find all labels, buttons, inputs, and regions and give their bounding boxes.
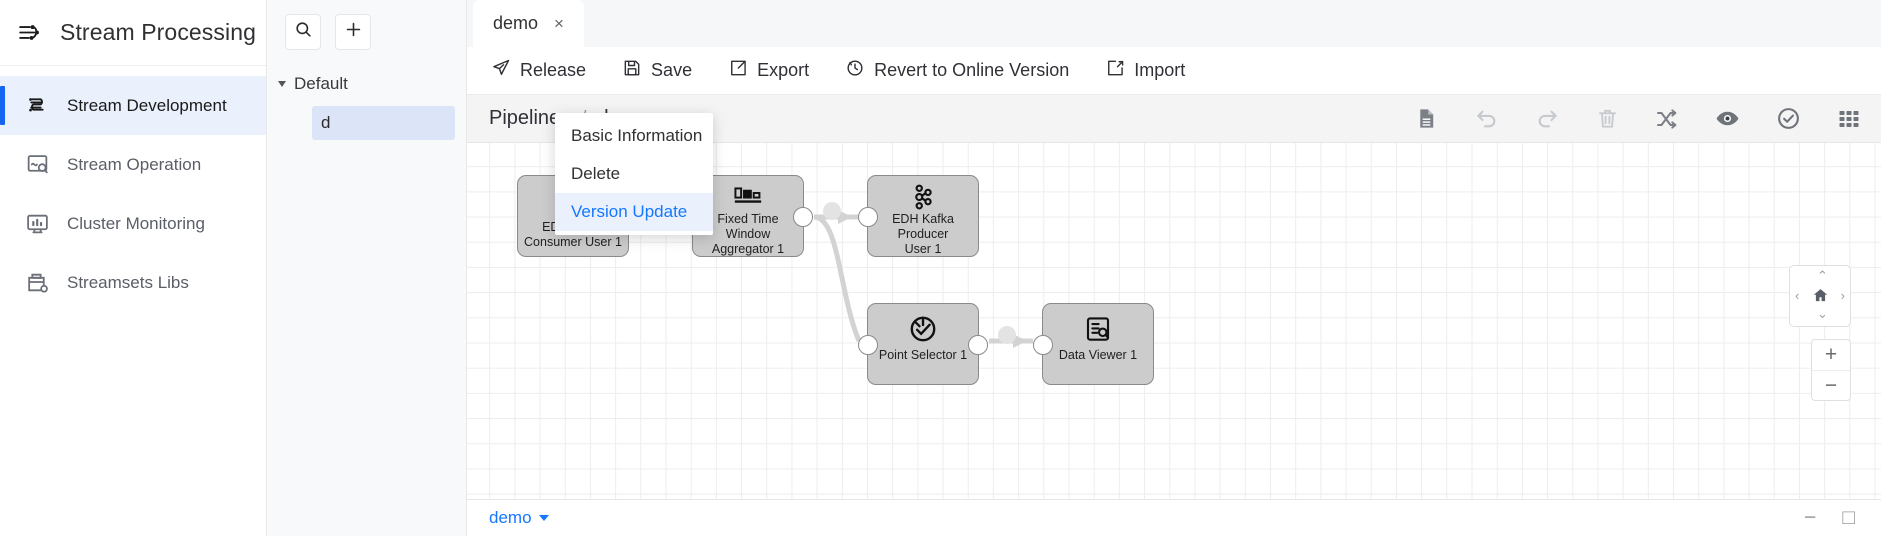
kafka-icon [908, 176, 938, 212]
toolbar-label: Release [520, 60, 587, 80]
search-icon [294, 20, 313, 44]
stream-processing-logo-icon [18, 20, 44, 46]
chevron-down-icon[interactable] [538, 515, 549, 521]
node-input-port[interactable] [858, 207, 878, 227]
document-icon[interactable] [1415, 107, 1438, 130]
bottom-status-bar: demo − □ [467, 499, 1881, 536]
node-label-line2: User 1 [904, 242, 942, 256]
sidebar-item-label: Stream Operation [67, 154, 202, 174]
sidebar-item-label: Stream Development [67, 95, 227, 115]
tab-bar: demo × [467, 0, 1881, 47]
check-circle-icon[interactable] [1776, 106, 1801, 131]
revert-to-online-version-button[interactable]: Revert to Online Version [845, 58, 1069, 83]
toolbar-label: Save [651, 60, 693, 80]
sidebar-item-stream-development[interactable]: Stream Development [0, 76, 266, 135]
context-menu-item-delete[interactable]: Delete [555, 155, 713, 193]
nav-up-icon[interactable]: ⌃ [1817, 268, 1828, 284]
toolbar-label: Import [1134, 60, 1186, 80]
sidebar-item-stream-operation[interactable]: Stream Operation [0, 135, 266, 194]
point-selector-icon [907, 304, 939, 348]
sidebar-item-streamsets-libs[interactable]: Streamsets Libs [0, 253, 266, 312]
node-edh-kafka-producer-user-1[interactable]: EDH Kafka Producer User 1 [858, 175, 979, 257]
tree-node-default[interactable]: Default [267, 74, 466, 94]
nav-left-icon[interactable]: ‹ [1795, 288, 1799, 303]
sidebar-item-label: Streamsets Libs [67, 272, 189, 292]
grid-icon[interactable] [1837, 107, 1861, 131]
history-icon [845, 58, 865, 83]
toolbar-label: Export [757, 60, 810, 80]
tree-root-label: Default [294, 74, 348, 93]
node-label-line1: Point Selector 1 [878, 348, 968, 362]
pipeline-toolbar: Release Save Export Revert to Online Ver… [467, 47, 1881, 95]
window-aggregator-icon [732, 176, 764, 212]
context-menu-item-version-update[interactable]: Version Update [555, 193, 713, 231]
bottom-pipeline-name[interactable]: demo [489, 508, 532, 528]
node-label-line1: EDH Kafka Producer [892, 212, 954, 241]
tree-toolbar [267, 0, 466, 50]
export-icon [728, 58, 748, 83]
home-icon[interactable] [1812, 287, 1829, 307]
node-label-line1: Data Viewer 1 [1058, 348, 1138, 362]
canvas-action-icons [1415, 106, 1867, 131]
node-data-viewer-1[interactable]: Data Viewer 1 [1033, 303, 1154, 385]
toolbar-label: Revert to Online Version [874, 60, 1070, 80]
minimize-button[interactable]: − [1804, 506, 1816, 530]
canvas-zoom-controls: + − [1811, 339, 1851, 401]
sidebar-item-label: Cluster Monitoring [67, 213, 205, 233]
node-label-line2: Consumer User 1 [524, 235, 622, 249]
brand-title: Stream Processing [60, 19, 256, 45]
brand: Stream Processing [0, 0, 266, 66]
data-viewer-icon [1083, 304, 1113, 348]
save-button[interactable]: Save [622, 58, 692, 83]
eye-icon[interactable] [1715, 106, 1740, 131]
send-icon [491, 58, 511, 83]
tree-add-button[interactable] [335, 14, 371, 50]
canvas-nav-pad[interactable]: ⌃ ⌄ ‹ › [1789, 265, 1851, 327]
chevron-down-icon [278, 81, 286, 87]
zoom-in-button[interactable]: + [1812, 340, 1850, 370]
stream-development-icon [24, 93, 50, 119]
app-root: Stream Processing Stream Development Str… [0, 0, 1881, 536]
node-label-line2: Aggregator 1 [711, 242, 785, 256]
main-area: demo × Release Save Export Revert to Onl… [467, 0, 1881, 536]
sidebar-item-cluster-monitoring[interactable]: Cluster Monitoring [0, 194, 266, 253]
undo-icon[interactable] [1474, 106, 1499, 131]
release-button[interactable]: Release [491, 58, 586, 83]
plus-icon [344, 20, 363, 44]
context-menu-item-label: Basic Information [571, 126, 703, 145]
maximize-button[interactable]: □ [1842, 506, 1855, 530]
node-input-port[interactable] [858, 335, 878, 355]
trash-icon[interactable] [1596, 107, 1619, 130]
cluster-monitoring-icon [24, 211, 50, 237]
zoom-out-button[interactable]: − [1812, 370, 1850, 400]
save-icon [622, 58, 642, 83]
close-icon[interactable]: × [554, 14, 564, 34]
node-output-port[interactable] [968, 335, 988, 355]
shuffle-icon[interactable] [1655, 107, 1679, 131]
nav-down-icon[interactable]: ⌄ [1817, 306, 1828, 322]
tab-label: demo [493, 13, 539, 33]
context-menu-item-basic-information[interactable]: Basic Information [555, 117, 713, 155]
context-menu-item-label: Version Update [571, 202, 688, 221]
import-icon [1105, 58, 1125, 83]
redo-icon[interactable] [1535, 106, 1560, 131]
context-menu-item-label: Delete [571, 164, 621, 183]
tree-search-button[interactable] [285, 14, 321, 50]
export-button[interactable]: Export [728, 58, 809, 83]
sidebar-nav: Stream Development Stream Operation Clus… [0, 66, 266, 312]
import-button[interactable]: Import [1105, 58, 1185, 83]
pipeline-tree-panel: Default d Basic Information Delete Versi… [267, 0, 713, 536]
node-point-selector-1[interactable]: Point Selector 1 [858, 303, 988, 385]
node-output-port[interactable] [793, 207, 813, 227]
tab-demo[interactable]: demo × [473, 0, 584, 47]
tree-node-demo[interactable]: d [312, 106, 455, 140]
context-menu: Basic Information Delete Version Update [555, 113, 713, 235]
tree-child-label: d [321, 113, 331, 132]
stream-operation-icon [24, 152, 50, 178]
sidebar: Stream Processing Stream Development Str… [0, 0, 267, 536]
nav-right-icon[interactable]: › [1841, 288, 1845, 303]
streamsets-libs-icon [24, 270, 50, 296]
bottom-window-controls: − □ [1804, 506, 1881, 530]
node-input-port[interactable] [1033, 335, 1053, 355]
